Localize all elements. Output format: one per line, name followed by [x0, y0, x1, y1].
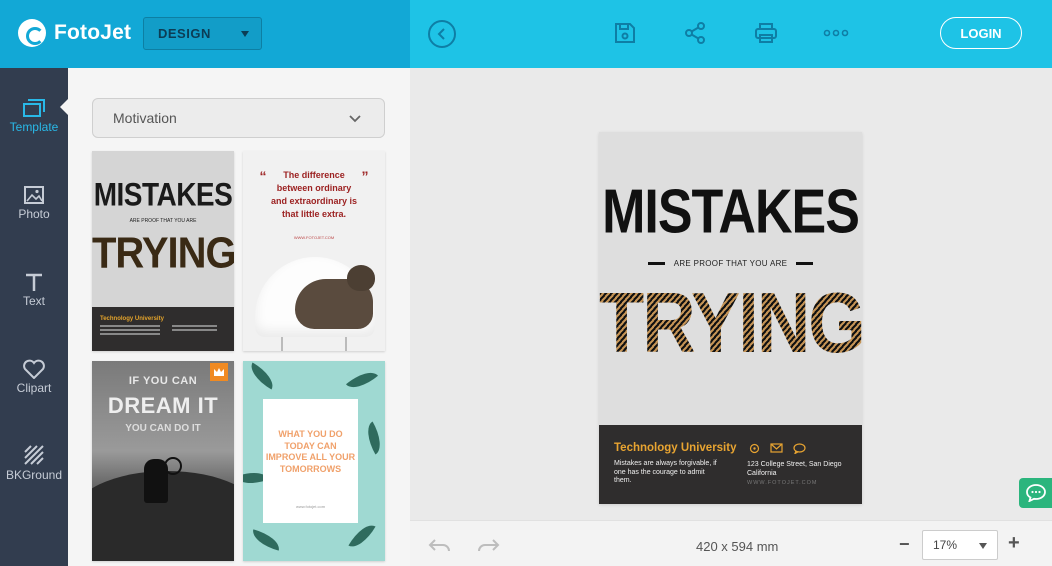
- app-window: FotoJet DESIGN LOGIN Template Photo Text…: [0, 0, 1052, 566]
- thumb-text: WWW.FOTOJET.COM: [293, 235, 335, 240]
- leaf-shape: [245, 362, 279, 390]
- doc-headline[interactable]: MISTAKES: [599, 176, 862, 248]
- quote-close-icon: ”: [361, 168, 369, 184]
- zoom-out-button[interactable]: −: [899, 534, 910, 555]
- thumb-quote: The difference between ordinary and extr…: [270, 170, 358, 219]
- print-icon: [755, 23, 777, 43]
- redo-icon[interactable]: [476, 537, 500, 553]
- header-left: FotoJet DESIGN: [0, 0, 410, 68]
- thumb-line-placeholder: [172, 325, 217, 327]
- thumb-text: DREAM IT: [107, 393, 219, 418]
- design-document[interactable]: MISTAKES ARE PROOF THAT YOU ARE TRYING T…: [599, 132, 866, 504]
- support-chat-button[interactable]: [1019, 478, 1052, 508]
- category-select-value: Motivation: [113, 110, 177, 126]
- mode-select-value: DESIGN: [158, 26, 211, 41]
- nav-item-photo[interactable]: Photo: [0, 177, 68, 247]
- chat-bubble-icon: [793, 443, 806, 454]
- chevron-down-icon: [349, 115, 361, 123]
- canvas-dimensions: 420 x 594 mm: [696, 539, 779, 554]
- nav-item-text[interactable]: Text: [0, 264, 68, 334]
- leaf-shape: [249, 529, 283, 551]
- doc-description[interactable]: Mistakes are always forgivable, if one h…: [614, 460, 724, 486]
- leaf-shape: [360, 421, 385, 455]
- share-icon: [685, 22, 705, 44]
- template-thumb-leaves[interactable]: WHAT YOU DO TODAY CAN IMPROVE ALL YOUR T…: [243, 361, 385, 561]
- caret-down-icon: [241, 31, 249, 37]
- nav-label-clipart: Clipart: [16, 381, 52, 395]
- doc-website[interactable]: WWW.FOTOJET.COM: [747, 480, 818, 486]
- text-icon: [26, 273, 42, 291]
- doc-address[interactable]: 123 College Street, San Diego California: [747, 461, 847, 478]
- login-button[interactable]: LOGIN: [940, 17, 1022, 49]
- nav-label-photo: Photo: [18, 207, 50, 221]
- nav-label-text: Text: [22, 294, 45, 308]
- template-panel: Motivation MISTAKES ARE PROOF THAT YOU A…: [68, 68, 410, 566]
- zoom-in-button[interactable]: +: [1008, 532, 1020, 555]
- nav-label-background: BKGround: [5, 468, 63, 482]
- mode-select[interactable]: DESIGN: [143, 17, 262, 50]
- doc-subline[interactable]: ARE PROOF THAT YOU ARE: [599, 259, 862, 268]
- template-thumb-quote-cat[interactable]: “ The difference between ordinary and ex…: [243, 151, 385, 351]
- thumb-text: www.fotojet.com: [295, 504, 326, 509]
- bottom-toolbar: 420 x 594 mm − 17% +: [410, 520, 1052, 566]
- template-icon: [23, 99, 45, 117]
- chair-legs: [281, 337, 347, 351]
- save-button[interactable]: [611, 19, 639, 47]
- background-icon: [24, 445, 44, 465]
- nav-label-template: Template: [9, 120, 59, 134]
- fotojet-logo-icon: [18, 19, 46, 47]
- thumb-line-placeholder: [100, 325, 160, 327]
- more-icon: [823, 29, 849, 37]
- thumb-text: YOU CAN DO IT: [125, 423, 201, 434]
- zoom-select[interactable]: 17%: [922, 530, 998, 560]
- thumb-text: MISTAKES: [93, 176, 233, 213]
- doc-footer[interactable]: Technology University Mistakes are alway…: [599, 425, 862, 504]
- thumb-card: WHAT YOU DO TODAY CAN IMPROVE ALL YOUR T…: [263, 399, 358, 523]
- thumb-footer: Technology University: [92, 307, 234, 351]
- template-thumb-mistakes[interactable]: MISTAKES ARE PROOF THAT YOU ARE TRYING T…: [92, 151, 234, 351]
- thumb-text: WHAT YOU DO TODAY CAN IMPROVE ALL YOUR T…: [265, 429, 356, 474]
- more-button[interactable]: [822, 19, 850, 47]
- photo-icon: [24, 186, 44, 204]
- zoom-value: 17%: [933, 538, 958, 552]
- thumb-text: “ The difference between ordinary and ex…: [243, 169, 385, 221]
- doc-contact-icons: [749, 443, 806, 454]
- share-button[interactable]: [681, 19, 709, 47]
- logo[interactable]: FotoJet: [18, 19, 131, 47]
- thumb-text: Technology University: [100, 316, 164, 322]
- heart-icon: [23, 359, 45, 379]
- cat-shape: [295, 265, 375, 329]
- chat-icon: [1025, 484, 1046, 502]
- back-button[interactable]: [428, 20, 456, 48]
- chevron-left-icon: [437, 28, 445, 40]
- doc-university[interactable]: Technology University: [614, 442, 736, 454]
- nav-item-background[interactable]: BKGround: [0, 438, 68, 508]
- quote-open-icon: “: [259, 168, 267, 184]
- caret-down-icon: [979, 543, 987, 549]
- save-icon: [615, 23, 635, 43]
- print-button[interactable]: [752, 19, 780, 47]
- leaf-shape: [348, 519, 376, 553]
- mail-icon: [770, 443, 783, 453]
- doc-emphasis[interactable]: TRYING: [599, 274, 866, 372]
- location-icon: [749, 443, 760, 454]
- nav-item-template[interactable]: Template: [0, 90, 68, 160]
- thumb-text: TRYING: [92, 228, 234, 278]
- leaf-shape: [346, 364, 378, 396]
- thumb-text: ARE PROOF THAT YOU ARE: [129, 218, 197, 224]
- nav-item-clipart[interactable]: Clipart: [0, 351, 68, 421]
- wheel-shape: [164, 457, 182, 475]
- template-thumb-dream[interactable]: IF YOU CAN DREAM IT YOU CAN DO IT: [92, 361, 234, 561]
- logo-text: FotoJet: [54, 21, 132, 44]
- premium-crown-icon: [210, 363, 228, 381]
- category-select[interactable]: Motivation: [92, 98, 385, 138]
- left-nav: Template Photo Text Clipart BKGround: [0, 68, 68, 566]
- undo-icon[interactable]: [428, 537, 452, 553]
